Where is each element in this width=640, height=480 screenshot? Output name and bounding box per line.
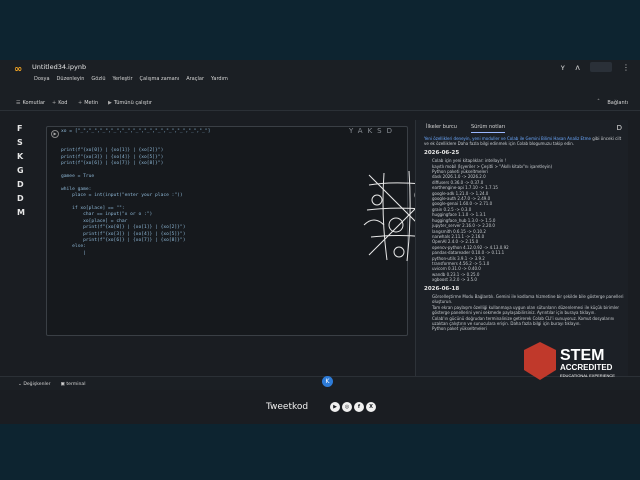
account-avatar[interactable] [590, 62, 612, 72]
code-line: gamee = True [61, 173, 95, 179]
tab-tips[interactable]: İlkeler burcu [426, 124, 457, 133]
settings-icon[interactable]: ᴧ [575, 63, 580, 72]
code-line: place = int(input("enter your place :")) [72, 193, 183, 199]
colab-logo[interactable]: ∞ [14, 65, 28, 75]
add-text-button[interactable]: + Metin [78, 100, 98, 106]
menu-file[interactable]: Dosya [34, 76, 50, 82]
status-left: ⌄ Değişkenler ▣ terminal [18, 382, 86, 387]
rail-letter: S [17, 138, 23, 147]
plus-icon: + [78, 100, 83, 106]
play-icon: ▶ [108, 100, 112, 106]
rail-letter: K [17, 152, 24, 161]
terminal-button[interactable]: ▣ terminal [61, 382, 86, 387]
release-notes-body: Yeni özellikleri deneyin, yeni moduller … [424, 136, 624, 372]
rail-letter: D [17, 180, 24, 189]
variables-label: Değişkenler [23, 382, 51, 387]
gemini-icon[interactable]: ʏ [560, 63, 565, 72]
terminal-label: terminal [66, 382, 86, 387]
code-label: Kod [58, 100, 68, 106]
stem-accredited-badge: STEM ACCREDITED EDUCATIONAL EXPERIENCE [524, 342, 615, 380]
facebook-icon[interactable]: f [354, 402, 364, 412]
intro-link[interactable]: Yeni özellikleri deneyin, yeni moduller … [424, 136, 591, 141]
x-icon[interactable]: X [366, 402, 376, 412]
release-item: xgboost 3.2.0 -> 3.5.0 [432, 277, 624, 282]
code-line: char == input("x or o :") [83, 212, 153, 218]
add-code-button[interactable]: + Kod [52, 100, 67, 106]
variables-button[interactable]: ⌄ Değişkenler [18, 382, 51, 387]
code-line: | [83, 250, 86, 256]
commands-button[interactable]: ☰ Komutlar [16, 100, 45, 106]
release-list: Colab için yeni kitaplıklar: intellayin … [424, 158, 624, 282]
release-date: 2026-06-18 [424, 285, 460, 292]
intro: Yeni özellikleri deneyin, yeni moduller … [424, 136, 624, 147]
release-date: 2026-06-25 [424, 149, 460, 156]
menu-insert[interactable]: Yerleştir [113, 76, 133, 82]
watermark: YAKSD [349, 127, 397, 135]
title-bar: ∞ Untitled34.ipynb Dosya Düzenleyin Gözl… [0, 60, 640, 96]
connect-button[interactable]: Bağlantı [607, 100, 628, 106]
code-line: while game: [61, 186, 92, 192]
social-icons: ▶ ◎ f X [330, 402, 376, 412]
rail-letter: G [17, 166, 24, 175]
rail-letter: D [17, 194, 24, 203]
chevron-up-icon[interactable]: ˆ [597, 99, 600, 106]
code-line: if xo[place] == "": [72, 205, 125, 211]
code-line: print(f"{xo[0]} | {xo[1]} | {xo[2]}") [61, 148, 164, 154]
code-line: xo[place] = char [83, 218, 128, 224]
run-all-label: Tümünü çalıştır [113, 100, 152, 106]
panel-menu-icon[interactable]: D [617, 124, 622, 132]
top-right-controls: ʏ ᴧ ⋮ [560, 62, 630, 72]
notebook-editor: ▶ xo = ["_","_","_","_","_","_","_","_",… [32, 122, 452, 374]
code-line: print(f"{xo[0]} | {xo[1]} | {xo[2]}") [83, 225, 186, 231]
code-cell[interactable]: ▶ xo = ["_","_","_","_","_","_","_","_",… [46, 126, 452, 336]
search-icon: ☰ [16, 100, 21, 106]
left-rail: F S K G D D M [0, 122, 32, 377]
badge-line1: ACCREDITED [560, 363, 613, 372]
menu-help[interactable]: Yardım [211, 76, 228, 82]
run-cell-button[interactable]: ▶ [51, 130, 59, 138]
rail-letter: F [17, 124, 23, 133]
code-line: print(f"{xo[3]} | {xo[4]} | {xo[5]}") [61, 154, 164, 160]
commands-label: Komutlar [22, 100, 46, 106]
text-label: Metin [84, 100, 99, 106]
code-line: xo = ["_","_","_","_","_","_","_","_","_… [61, 129, 211, 134]
release-item: Görselleştirme Modu Bağlantılı. Gemini i… [432, 294, 624, 305]
share-icon[interactable]: ⋮ [622, 63, 630, 72]
code-line: print(f"{xo[6]} | {xo[7]} | {xo[8]}") [83, 237, 186, 243]
youtube-icon[interactable]: ▶ [330, 402, 340, 412]
instagram-icon[interactable]: ◎ [342, 402, 352, 412]
menu-tools[interactable]: Araçlar [186, 76, 204, 82]
colab-window: ∞ Untitled34.ipynb Dosya Düzenleyin Gözl… [0, 60, 640, 424]
release-item: Tam ekran paylaşım özelliği kullanmaya u… [432, 305, 624, 316]
run-all-button[interactable]: ▶ Tümünü çalıştır [108, 100, 152, 106]
cell-code[interactable]: xo = ["_","_","_","_","_","_","_","_","_… [61, 129, 210, 257]
panel-tabs: İlkeler burcu Sürüm notları [426, 124, 506, 133]
release-item: Python paket yükseltmeleri [432, 326, 624, 331]
plus-icon: + [52, 100, 57, 106]
release-notes-panel: İlkeler burcu Sürüm notları D Yeni özell… [415, 120, 628, 376]
code-line: print(f"{xo[6]} | {xo[7]} | {xo[8]}") [61, 161, 164, 167]
badge-line2: EDUCATIONAL EXPERIENCE [560, 373, 615, 378]
notebook-file-name[interactable]: Untitled34.ipynb [32, 63, 86, 71]
brand-name: Tweetkod [266, 402, 309, 412]
toolbar: ☰ Komutlar + Kod + Metin ▶ Tümünü çalışt… [0, 96, 640, 111]
menu-view[interactable]: Gözlü [91, 76, 105, 82]
release-list: Görselleştirme Modu Bağlantılı. Gemini i… [424, 294, 624, 332]
release-item: Colab'ın gücünü doğrudan terminalinize g… [432, 316, 624, 327]
menu-runtime[interactable]: Çalışma zamanı [140, 76, 180, 82]
code-line: else: [72, 244, 86, 250]
kod-icon[interactable]: K [322, 376, 333, 387]
code-line: print(f"{xo[3]} | {xo[4]} | {xo[5]}") [83, 231, 186, 237]
menu-bar: Dosya Düzenleyin Gözlü Yerleştir Çalışma… [34, 76, 228, 82]
badge-title: STEM [560, 347, 604, 364]
tab-release-notes[interactable]: Sürüm notları [470, 124, 506, 133]
rail-letter: M [17, 208, 25, 217]
menu-edit[interactable]: Düzenleyin [57, 76, 85, 82]
